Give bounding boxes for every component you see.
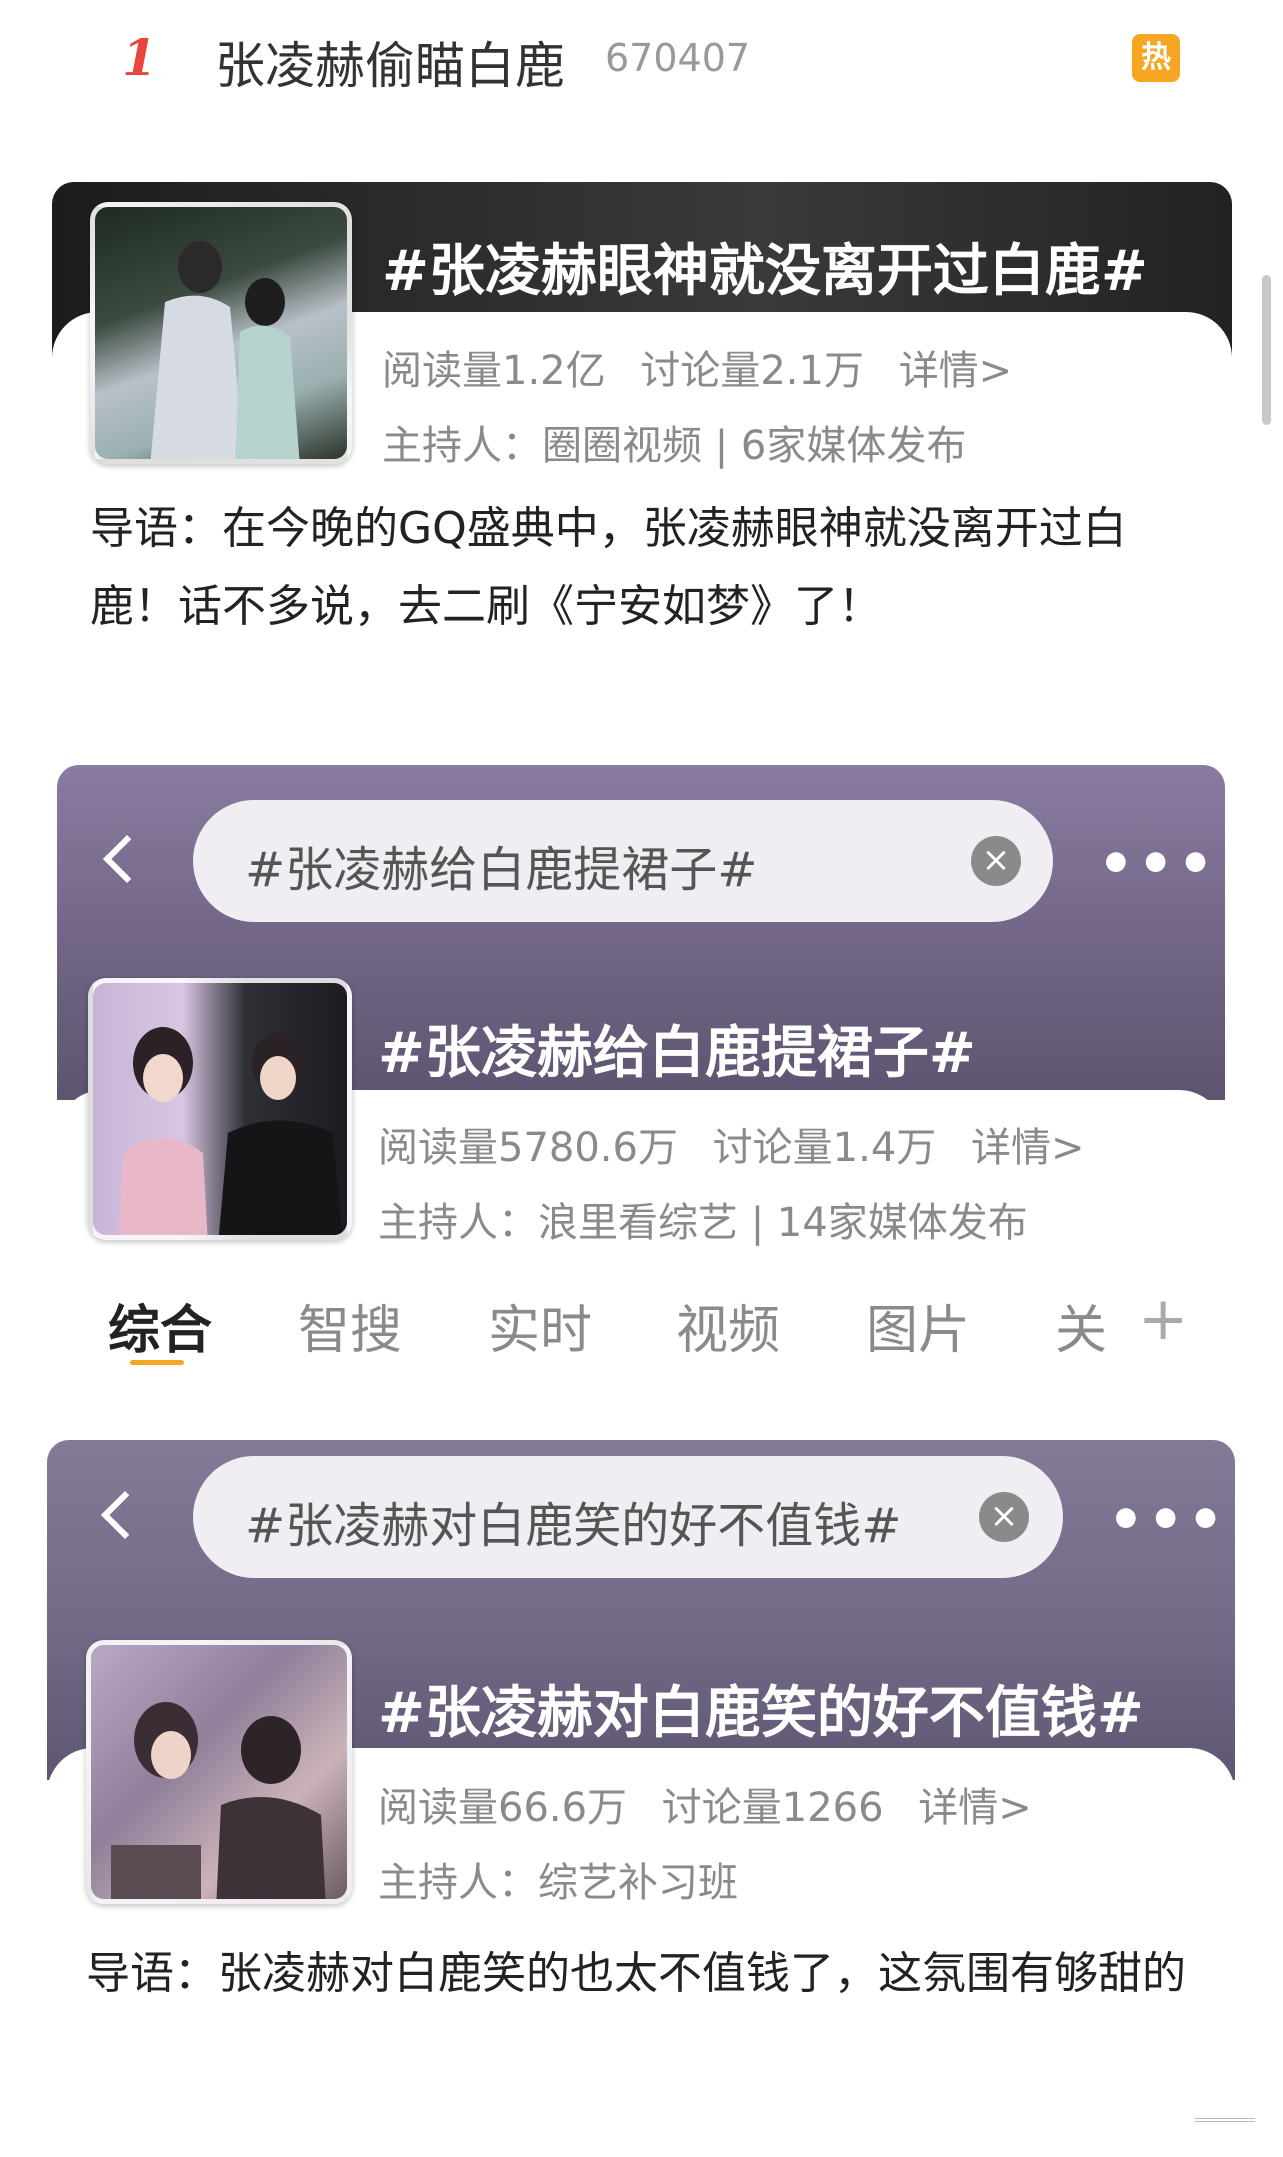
tab-smart-search[interactable]: 智搜 — [298, 1288, 402, 1363]
topic-card-2-title[interactable]: #张凌赫给白鹿提裙子# — [378, 1008, 976, 1089]
tab-images[interactable]: 图片 — [866, 1288, 970, 1363]
search-tabs: 综合 智搜 实时 视频 图片 关 + — [0, 1270, 1283, 1380]
read-count: 阅读量1.2亿 — [382, 348, 606, 394]
clear-icon[interactable]: × — [979, 1492, 1029, 1542]
search-input[interactable]: #张凌赫对白鹿笑的好不值钱# × — [193, 1456, 1063, 1578]
hot-search-row[interactable]: 1 张凌赫偷瞄白鹿 670407 热 — [0, 0, 1283, 120]
topic-card-1-intro: 导语：在今晚的GQ盛典中，张凌赫眼神就没离开过白鹿！话不多说，去二刷《宁安如梦》… — [90, 503, 1127, 632]
topic-card-1-stats: 阅读量1.2亿 讨论量2.1万 详情> — [382, 338, 1034, 396]
topic-card-2-host: 主持人：浪里看综艺 | 14家媒体发布 — [378, 1200, 1028, 1246]
home-indicator — [1195, 2118, 1255, 2136]
add-tab-icon[interactable]: + — [1138, 1284, 1188, 1354]
topic-card-3-title[interactable]: #张凌赫对白鹿笑的好不值钱# — [378, 1668, 1144, 1749]
hot-search-title[interactable]: 张凌赫偷瞄白鹿 — [215, 26, 565, 98]
tab-follow[interactable]: 关 — [1055, 1288, 1107, 1363]
read-count: 阅读量66.6万 — [378, 1785, 628, 1831]
more-options-icon[interactable]: ••• — [1108, 1488, 1227, 1553]
event-photo-icon — [111, 1702, 326, 1899]
topic-card-1-title[interactable]: #张凌赫眼神就没离开过白鹿# — [382, 226, 1148, 307]
search-query-text: #张凌赫对白鹿笑的好不值钱# — [245, 1498, 902, 1554]
topic-card-1-thumbnail[interactable] — [90, 202, 352, 464]
topic-card-3-stats: 阅读量66.6万 讨论量1266 详情> — [378, 1775, 1054, 1833]
couple-photo-icon — [118, 1027, 343, 1235]
rank-number: 1 — [122, 28, 157, 87]
topic-card-3-intro: 导语：张凌赫对白鹿笑的也太不值钱了，这氛围有够甜的 — [86, 1948, 1186, 1999]
tab-comprehensive[interactable]: 综合 — [108, 1288, 212, 1363]
hot-badge: 热 — [1132, 34, 1180, 82]
hot-search-count: 670407 — [605, 36, 751, 80]
discussion-count: 讨论量2.1万 — [640, 348, 864, 394]
topic-card-3-thumbnail[interactable] — [86, 1640, 352, 1904]
details-link[interactable]: 详情> — [971, 1125, 1085, 1171]
read-count: 阅读量5780.6万 — [378, 1125, 678, 1171]
search-query-text: #张凌赫给白鹿提裙子# — [245, 842, 758, 898]
topic-card-2-thumbnail[interactable] — [88, 978, 352, 1240]
discussion-count: 讨论量1.4万 — [712, 1125, 937, 1171]
search-input[interactable]: #张凌赫给白鹿提裙子# × — [193, 800, 1053, 922]
details-link[interactable]: 详情> — [918, 1785, 1032, 1831]
topic-card-2-stats: 阅读量5780.6万 讨论量1.4万 详情> — [378, 1115, 1107, 1173]
topic-card-1-host: 主持人：圈圈视频 | 6家媒体发布 — [382, 423, 967, 469]
clear-icon[interactable]: × — [971, 836, 1021, 886]
scrollbar[interactable] — [1262, 275, 1271, 425]
couple-photo-icon — [150, 241, 300, 459]
tab-video[interactable]: 视频 — [676, 1288, 780, 1363]
topic-card-3-host: 主持人：综艺补习班 — [378, 1860, 738, 1906]
more-options-icon[interactable]: ••• — [1098, 832, 1217, 897]
discussion-count: 讨论量1266 — [661, 1785, 884, 1831]
tab-realtime[interactable]: 实时 — [488, 1288, 592, 1363]
details-link[interactable]: 详情> — [899, 348, 1013, 394]
active-tab-indicator — [130, 1360, 184, 1365]
